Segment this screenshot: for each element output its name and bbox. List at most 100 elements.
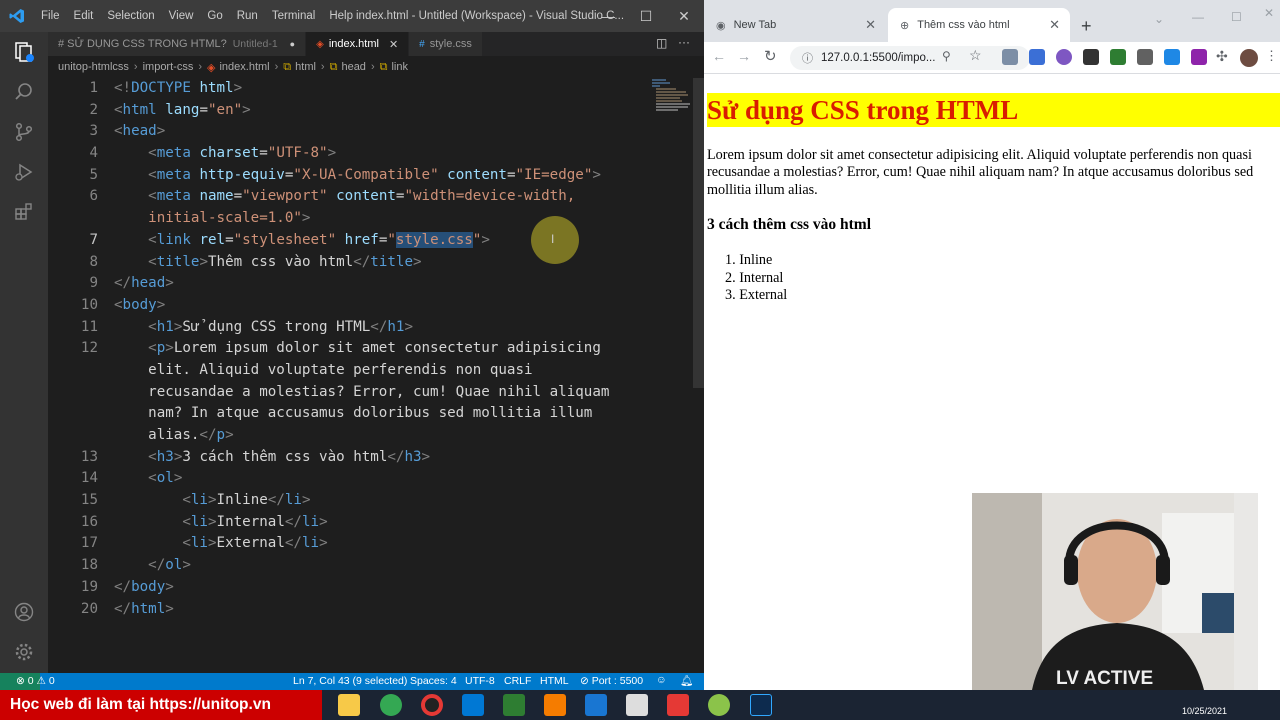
browser-tab-new[interactable]: ◉ New Tab ✕ — [704, 8, 886, 42]
code-line[interactable]: recusandae a molestias? Error, cum! Quae… — [114, 382, 609, 404]
close-button[interactable]: ✕ — [1264, 6, 1274, 20]
extension-icon[interactable] — [1056, 49, 1072, 65]
cursor-position[interactable]: Ln 7, Col 43 (9 selected) — [293, 675, 407, 687]
menu-run[interactable]: Run — [230, 0, 265, 32]
code-line[interactable]: </html> — [114, 599, 609, 621]
extensions-puzzle-icon[interactable]: ✣ — [1216, 48, 1228, 65]
account-icon[interactable] — [0, 592, 48, 632]
extension-icon[interactable] — [1110, 49, 1126, 65]
new-tab-button[interactable]: + — [1081, 16, 1092, 37]
camera-icon[interactable] — [1137, 49, 1153, 65]
code-line[interactable]: <!DOCTYPE html> — [114, 78, 609, 100]
breadcrumb-item[interactable]: index.html — [219, 61, 269, 73]
app-taskbar-icon[interactable] — [626, 694, 648, 716]
code-line[interactable]: <body> — [114, 295, 609, 317]
app-taskbar-icon[interactable] — [544, 694, 566, 716]
code-line[interactable]: <h1>Sử dụng CSS trong HTML</h1> — [114, 317, 609, 339]
maximize-button[interactable]: ☐ — [627, 0, 665, 32]
file-explorer-icon[interactable] — [338, 694, 360, 716]
profile-avatar[interactable] — [1240, 49, 1258, 67]
editor-scrollbar[interactable] — [693, 78, 704, 388]
settings-gear-icon[interactable] — [0, 632, 48, 672]
forward-arrow-icon[interactable]: → — [737, 48, 751, 64]
menu-edit[interactable]: Edit — [67, 0, 101, 32]
app-taskbar-icon[interactable] — [503, 694, 525, 716]
menu-file[interactable]: File — [34, 0, 67, 32]
address-bar[interactable]: ⓘ 127.0.0.1:5500/impo... — [790, 46, 1030, 70]
app-taskbar-icon[interactable] — [667, 694, 689, 716]
code-line[interactable]: <html lang="en"> — [114, 100, 609, 122]
browser-tab-active[interactable]: ⊕ Thêm css vào html ✕ — [888, 8, 1070, 42]
breadcrumb-item[interactable]: html — [295, 61, 316, 73]
vscode-taskbar-icon[interactable] — [462, 694, 484, 716]
tab-style-css[interactable]: # style.css — [409, 32, 483, 56]
notifications-bell-icon[interactable]: 🔔︎ — [680, 674, 693, 687]
record-icon[interactable] — [421, 694, 443, 716]
chrome-menu-icon[interactable]: ⋮ — [1265, 48, 1278, 64]
breadcrumb-item[interactable]: link — [391, 61, 408, 73]
pen-icon[interactable] — [1191, 49, 1207, 65]
back-arrow-icon[interactable]: ← — [712, 48, 726, 64]
menu-selection[interactable]: Selection — [100, 0, 161, 32]
run-debug-icon[interactable] — [0, 152, 48, 192]
code-line[interactable]: <ol> — [114, 468, 609, 490]
code-line[interactable]: <p>Lorem ipsum dolor sit amet consectetu… — [114, 338, 609, 360]
code-line[interactable]: </body> — [114, 577, 609, 599]
close-tab-icon[interactable]: ✕ — [865, 17, 876, 33]
language-mode[interactable]: HTML — [540, 675, 569, 687]
menu-go[interactable]: Go — [200, 0, 229, 32]
maximize-button[interactable]: ☐ — [1231, 10, 1242, 24]
problems-counter[interactable]: ⊗ 0 ⚠ 0 — [16, 675, 55, 687]
zoom-icon[interactable]: ⚲ — [942, 49, 951, 63]
menu-view[interactable]: View — [162, 0, 201, 32]
code-line[interactable]: <meta http-equiv = "X-UA-Compatible" conte… — [114, 165, 609, 187]
close-tab-icon[interactable]: ✕ — [1049, 17, 1060, 33]
tab-untitled[interactable]: # SỬ DỤNG CSS TRONG HTML? Untitled-1 ● — [48, 32, 307, 56]
photoshop-icon[interactable] — [750, 694, 772, 716]
explorer-icon[interactable] — [0, 32, 48, 72]
extensions-icon[interactable] — [0, 192, 48, 232]
minimap[interactable] — [652, 78, 692, 118]
split-editor-icon[interactable]: ◫ — [656, 36, 667, 50]
menu-help[interactable]: Help — [322, 0, 360, 32]
indentation[interactable]: Spaces: 4 — [410, 675, 457, 687]
line-ending[interactable]: CRLF — [504, 675, 531, 687]
source-control-icon[interactable] — [0, 112, 48, 152]
breadcrumb-item[interactable]: head — [341, 61, 365, 73]
tab-search-icon[interactable]: ⌄ — [1154, 12, 1164, 26]
app-taskbar-icon[interactable] — [585, 694, 607, 716]
code-line[interactable]: alias.</p> — [114, 425, 609, 447]
minimize-button[interactable]: — — [1192, 10, 1204, 24]
extension-icon[interactable] — [1164, 49, 1180, 65]
live-server-port[interactable]: ⊘ Port : 5500 — [580, 675, 643, 687]
app-taskbar-icon[interactable] — [708, 694, 730, 716]
code-line[interactable]: <li>Inline</li> — [114, 490, 609, 512]
breadcrumb-item[interactable]: import-css — [143, 61, 194, 73]
code-line[interactable]: <h3>3 cách thêm css vào html</h3> — [114, 447, 609, 469]
code-line[interactable]: elit. Aliquid voluptate perferendis non … — [114, 360, 609, 382]
chrome-taskbar-icon[interactable] — [380, 694, 402, 716]
code-line[interactable]: nam? In atque accusamus doloribus sed mo… — [114, 403, 609, 425]
menu-terminal[interactable]: Terminal — [265, 0, 322, 32]
code-editor[interactable]: 1 2 3 4 5 6 7 8 9 10 11 12 13 14 15 16 1… — [48, 78, 698, 673]
code-line[interactable]: <meta name="viewport" content="width=dev… — [114, 186, 609, 208]
close-button[interactable]: ✕ — [665, 0, 703, 32]
reload-icon[interactable]: ↻ — [764, 47, 777, 65]
breadcrumb-item[interactable]: unitop-htmlcss — [58, 61, 129, 73]
extension-devtools-icon[interactable] — [1002, 49, 1018, 65]
code-line[interactable]: <li>External</li> — [114, 533, 609, 555]
search-icon[interactable] — [0, 72, 48, 112]
code-line[interactable]: <head> — [114, 121, 609, 143]
extension-icon[interactable] — [1029, 49, 1045, 65]
extension-icon[interactable] — [1083, 49, 1099, 65]
more-actions-icon[interactable]: ··· — [678, 35, 690, 49]
minimize-button[interactable]: — — [589, 0, 627, 32]
code-line[interactable]: </ol> — [114, 555, 609, 577]
encoding[interactable]: UTF-8 — [465, 675, 495, 687]
code-line[interactable]: </head> — [114, 273, 609, 295]
bookmark-star-icon[interactable]: ☆ — [969, 47, 982, 64]
code-line[interactable]: <meta charset="UTF-8"> — [114, 143, 609, 165]
code-line[interactable]: <li>Internal</li> — [114, 512, 609, 534]
close-tab-icon[interactable]: ✕ — [389, 38, 398, 51]
feedback-icon[interactable]: ☺ — [656, 674, 667, 686]
